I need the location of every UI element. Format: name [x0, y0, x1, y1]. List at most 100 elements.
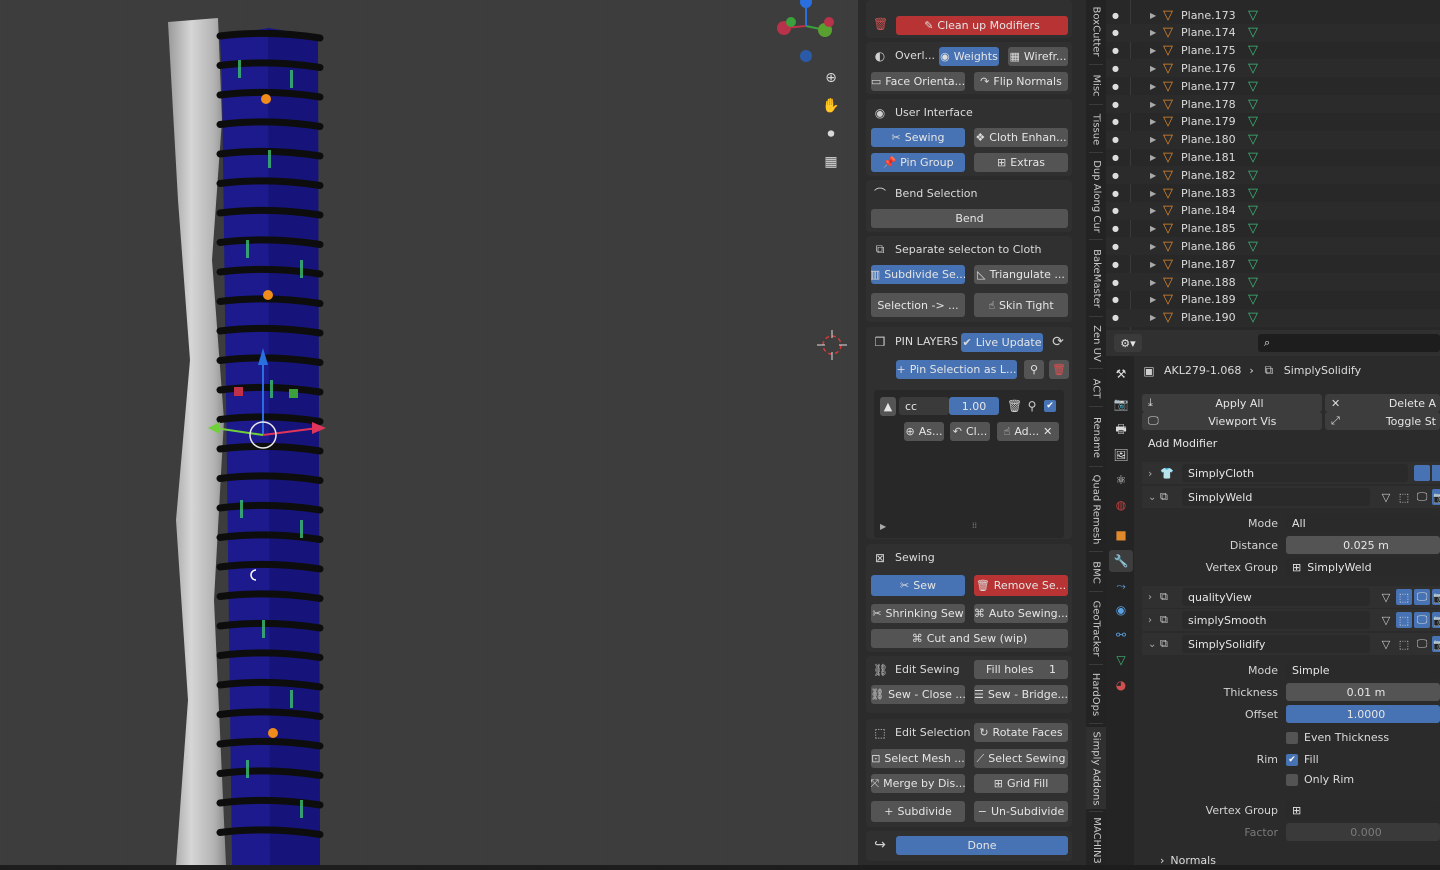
subdivide-se-button[interactable]: ▥ Subdivide Se... — [871, 265, 965, 284]
vtab-rename[interactable]: Rename — [1086, 410, 1106, 464]
material-tab-icon[interactable]: ◕ — [1113, 677, 1129, 693]
visibility-dot-icon[interactable]: ● — [1112, 278, 1119, 287]
solidify-vertex-group-field[interactable]: ⊞ — [1286, 801, 1440, 819]
modifier-name-field[interactable]: SimplyWeld — [1182, 488, 1370, 506]
flip-normals-button[interactable]: ↷ Flip Normals — [974, 72, 1068, 91]
weld-mode-select[interactable]: All — [1286, 514, 1440, 532]
viewport-icon[interactable]: 🖵 — [1414, 612, 1430, 628]
mesh-data-tab-icon[interactable]: ▽ — [1113, 652, 1129, 668]
outliner-row[interactable]: ● ▶ ▽ Plane.174 ▽ — [1106, 23, 1440, 42]
expand-arrow-icon[interactable]: ▶ — [1150, 242, 1156, 251]
expand-arrow-icon[interactable]: ▶ — [1150, 46, 1156, 55]
expand-arrow-icon[interactable]: ▶ — [1150, 295, 1156, 304]
render-icon[interactable]: 📷 — [1432, 589, 1440, 605]
refresh-icon[interactable]: ⟳ — [1051, 334, 1065, 350]
delete-all-button[interactable]: ✕ Delete A — [1325, 394, 1440, 412]
viewport-icon[interactable]: 🖵 — [1414, 489, 1430, 505]
layer-enabled-checkbox[interactable]: ✔ — [1044, 400, 1056, 412]
editor-type-button[interactable]: ⚙▾ — [1114, 334, 1142, 352]
resize-handle-icon[interactable]: ⁞⁞ — [972, 521, 977, 530]
outliner-row[interactable]: ● ▶ ▽ Plane.180 ▽ — [1106, 130, 1440, 149]
expand-arrow-icon[interactable]: ▶ — [1150, 64, 1156, 73]
expand-arrow-icon[interactable]: ▶ — [1150, 117, 1156, 126]
visibility-dot-icon[interactable]: ● — [1112, 153, 1119, 162]
edit-mode-icon[interactable]: ⬚ — [1396, 489, 1412, 505]
navigation-gizmo[interactable] — [770, 0, 840, 70]
skin-tight-button[interactable]: ☝ Skin Tight — [974, 293, 1068, 317]
trash-icon[interactable]: 🗑 — [873, 17, 888, 31]
cloth-enhance-button[interactable]: ❖ Cloth Enhan... — [974, 128, 1068, 147]
modifier-header[interactable]: › ⧉ qualityView ▽ ⬚ 🖵 📷 — [1142, 586, 1440, 608]
wrench-icon[interactable]: 🔧 — [1113, 553, 1129, 569]
render-icon[interactable]: 📷 — [1432, 636, 1440, 652]
visibility-dot-icon[interactable]: ● — [1112, 64, 1119, 73]
add-button[interactable]: ☝ Ad... ✕ — [997, 422, 1059, 441]
expand-arrow-icon[interactable]: ▶ — [1150, 260, 1156, 269]
weights-button[interactable]: ◉ Weights — [939, 47, 999, 66]
visibility-dot-icon[interactable]: ● — [1112, 242, 1119, 251]
vtab-boxcutter[interactable]: BoxCutter — [1086, 0, 1106, 62]
render-icon[interactable]: 📷 — [1432, 489, 1440, 505]
expand-arrow-icon[interactable]: ▶ — [1150, 278, 1156, 287]
viewport-vis-button[interactable]: 🖵 Viewport Vis — [1142, 412, 1322, 430]
vtab-bmc[interactable]: BMC — [1086, 555, 1106, 589]
modifier-name-field[interactable]: SimplyCloth — [1182, 464, 1408, 482]
edit-mode-icon[interactable]: ⬚ — [1396, 612, 1412, 628]
outliner-row[interactable]: ● ▶ ▽ Plane.181 ▽ — [1106, 148, 1440, 166]
perspective-grid-icon[interactable]: ▦ — [819, 150, 843, 174]
camera-icon[interactable]: ⏺ — [819, 122, 843, 146]
expand-arrow-icon[interactable]: ▶ — [1150, 153, 1156, 162]
visibility-dot-icon[interactable]: ● — [1112, 189, 1119, 198]
wireframe-button[interactable]: ▦ Wirefr... — [1008, 47, 1068, 66]
only-rim-row[interactable]: Only Rim — [1286, 770, 1354, 789]
vtab-quad-remesh[interactable]: Quad Remesh — [1086, 470, 1106, 549]
subdivide-button[interactable]: + Subdivide — [871, 801, 965, 822]
weld-distance-field[interactable]: 0.025 m — [1286, 536, 1440, 554]
vtab-zen-uv[interactable]: Zen UV — [1086, 320, 1106, 366]
remove-sewing-button[interactable]: 🗑 Remove Se... — [974, 575, 1068, 596]
vertex-filter-icon[interactable]: ▽ — [1378, 489, 1394, 505]
modifier-name-field[interactable]: qualityView — [1182, 588, 1370, 606]
outliner-row[interactable]: ● ▶ ▽ Plane.182 ▽ — [1106, 166, 1440, 185]
apply-all-button[interactable]: ⤓ Apply All — [1142, 394, 1322, 412]
expand-arrow-icon[interactable]: ▶ — [1150, 28, 1156, 37]
vtab-act[interactable]: ACT — [1086, 372, 1106, 404]
pan-hand-icon[interactable]: ✋ — [819, 94, 843, 118]
visibility-dot-icon[interactable]: ● — [1112, 224, 1119, 233]
constraints-tab-icon[interactable]: ⚯ — [1113, 627, 1129, 643]
rotate-faces-button[interactable]: ↻ Rotate Faces — [974, 723, 1068, 742]
toggle-stack-button[interactable]: ⤢ Toggle St — [1325, 412, 1440, 430]
pin-group-button[interactable]: 📌 Pin Group — [871, 153, 965, 172]
offset-slider[interactable]: 1.0000 — [1286, 705, 1440, 723]
outliner-row[interactable]: ● ▶ ▽ Plane.187 ▽ — [1106, 255, 1440, 273]
add-modifier-button[interactable]: Add Modifier — [1142, 434, 1440, 453]
expand-arrow-icon[interactable]: ▶ — [1150, 224, 1156, 233]
done-button[interactable]: Done — [896, 836, 1068, 855]
solidify-mode-select[interactable]: Simple — [1286, 661, 1440, 679]
paint-icon[interactable]: ⚲ — [1025, 399, 1039, 413]
pin-layer-delete-button[interactable]: 🗑 — [1049, 360, 1069, 379]
cut-and-sew-button[interactable]: ⌘ Cut and Sew (wip) — [871, 629, 1068, 648]
render-tab-icon[interactable]: 📷 — [1113, 396, 1129, 412]
sew-close-button[interactable]: ⛓ Sew - Close ... — [871, 685, 965, 704]
vtab-machin3[interactable]: MACHIN3 — [1086, 815, 1106, 865]
outliner-row[interactable]: ● ▶ ▽ Plane.176 ▽ — [1106, 59, 1440, 78]
viewport-icon[interactable]: 🖵 — [1414, 636, 1430, 652]
rim-fill-checkbox[interactable]: ✔ — [1286, 753, 1298, 766]
fill-holes-field[interactable]: Fill holes 1 — [974, 660, 1068, 679]
sew-button[interactable]: ✂ Sew — [871, 575, 965, 596]
modifier-name-field[interactable]: simplySmooth — [1182, 611, 1370, 629]
outliner-row[interactable]: ● ▶ ▽ Plane.179 ▽ — [1106, 113, 1440, 131]
physics-tab-icon[interactable]: ◉ — [1113, 602, 1129, 618]
expand-arrow-icon[interactable]: ▶ — [1150, 206, 1156, 215]
zoom-icon[interactable]: ⊕ — [819, 66, 843, 90]
merge-by-distance-button[interactable]: ⤧ Merge by Dis... — [871, 774, 965, 793]
modifier-header[interactable]: ⌄ ⧉ SimplySolidify ▽ ⬚ 🖵 📷 — [1142, 633, 1440, 655]
clear-button[interactable]: ↶ Cl... — [950, 422, 990, 441]
visibility-dot-icon[interactable]: ● — [1112, 46, 1119, 55]
layer-collapse-button[interactable]: ▲ — [880, 397, 896, 416]
assign-button[interactable]: ⊕ As... — [904, 422, 944, 441]
modifier-header[interactable]: ⌄ ⧉ SimplyWeld ▽ ⬚ 🖵 📷 — [1142, 486, 1440, 508]
particles-tab-icon[interactable]: ⤳ — [1113, 578, 1129, 594]
live-update-toggle[interactable]: ✔ Live Update — [961, 333, 1043, 352]
